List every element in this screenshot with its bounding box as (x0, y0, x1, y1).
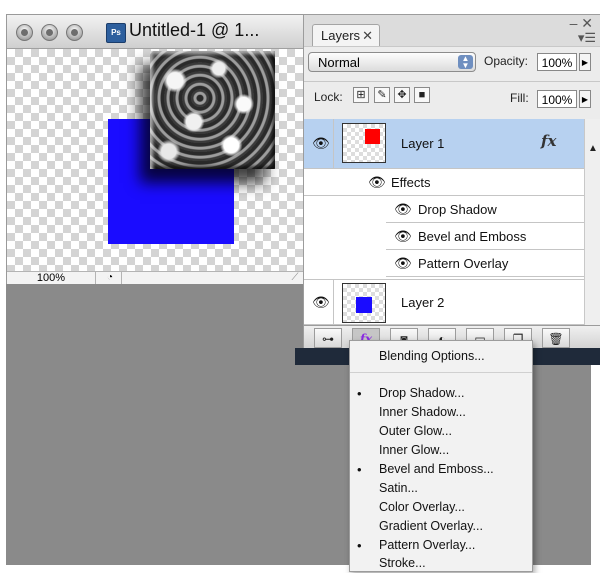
menu-item-label: Inner Shadow... (379, 405, 466, 419)
resize-grip-icon[interactable]: ⟋ (287, 272, 303, 284)
layer-1-thumbnail[interactable] (342, 123, 386, 163)
lock-label: Lock: (314, 90, 343, 104)
lock-transparency-icon[interactable]: ⊞ (353, 87, 369, 103)
red-square-thumb (365, 129, 380, 144)
blue-square-thumb (356, 297, 372, 313)
effects-group-row[interactable]: 👁 Effects (304, 169, 584, 196)
menu-item-satin[interactable]: Satin... (350, 479, 532, 498)
menu-item-label: Inner Glow... (379, 443, 450, 457)
effect-row-drop-shadow[interactable]: 👁 Drop Shadow (386, 196, 584, 223)
lock-image-brush-icon[interactable]: ✎ (374, 87, 390, 103)
menu-item-blending-options[interactable]: Blending Options... (350, 347, 532, 366)
layers-scrollbar[interactable]: ▲ (584, 119, 600, 325)
menu-item-label: Pattern Overlay... (379, 538, 476, 552)
layer-style-menu: Blending Options... • Drop Shadow... Inn… (349, 340, 533, 572)
visibility-cell[interactable]: 👁 (304, 280, 334, 324)
layer-1-textured-square (150, 51, 275, 169)
eye-icon[interactable]: 👁 (312, 295, 330, 309)
effect-row-pattern-overlay[interactable]: 👁 Pattern Overlay (386, 250, 584, 277)
opacity-label: Opacity: (484, 54, 529, 68)
menu-item-inner-glow[interactable]: Inner Glow... (350, 441, 532, 460)
effects-header: Effects (391, 175, 431, 190)
menu-item-label: Outer Glow... (379, 424, 452, 438)
eye-icon[interactable]: 👁 (368, 175, 386, 189)
fx-icon[interactable]: fx (541, 132, 556, 150)
document-title: Untitled-1 @ 1... (129, 20, 260, 40)
eye-icon[interactable]: 👁 (394, 256, 412, 270)
fill-stepper-arrow-icon[interactable]: ▶ (579, 90, 591, 108)
menu-item-drop-shadow[interactable]: • Drop Shadow... (350, 384, 532, 403)
layer-row-layer-2[interactable]: 👁 Layer 2 (304, 279, 584, 325)
menu-item-bevel-emboss[interactable]: • Bevel and Emboss... (350, 460, 532, 479)
checked-bullet-icon: • (357, 462, 362, 477)
menu-item-label: Bevel and Emboss... (379, 462, 494, 476)
menu-item-label: Color Overlay... (379, 500, 465, 514)
checked-bullet-icon: • (357, 538, 362, 553)
status-info-icon[interactable]: ◔ (99, 272, 122, 284)
link-layers-icon[interactable]: ⊶ (314, 328, 342, 348)
fill-field[interactable]: 100% (537, 90, 577, 108)
photoshop-document-icon: Ps (106, 23, 126, 43)
menu-item-label: Satin... (379, 481, 418, 495)
effect-pattern-overlay: Pattern Overlay (418, 256, 509, 271)
close-window-button[interactable] (16, 24, 33, 41)
eye-icon[interactable]: 👁 (394, 202, 412, 216)
checked-bullet-icon: • (357, 386, 362, 401)
layer-1-name[interactable]: Layer 1 (401, 136, 444, 151)
document-status-bar: 100% ◔ ⟋ (7, 271, 303, 284)
menu-item-label: Stroke... (379, 556, 426, 570)
eye-icon[interactable]: 👁 (394, 229, 412, 243)
scroll-up-arrow-icon[interactable]: ▲ (588, 143, 598, 154)
visibility-cell[interactable]: 👁 (304, 119, 334, 168)
close-icon[interactable]: ✕ (362, 25, 373, 47)
blend-opacity-row: Normal ▲ ▼ Opacity: 100% ▶ (304, 46, 600, 81)
document-canvas[interactable] (7, 49, 303, 271)
effect-drop-shadow: Drop Shadow (418, 202, 497, 217)
visibility-cell (304, 169, 334, 195)
zoom-level-field[interactable]: 100% (7, 272, 96, 284)
menu-item-outer-glow[interactable]: Outer Glow... (350, 422, 532, 441)
blend-mode-value: Normal (318, 55, 360, 70)
menu-item-label: Drop Shadow... (379, 386, 465, 400)
layer-row-layer-1[interactable]: 👁 Layer 1 fx (304, 119, 584, 169)
eye-icon[interactable]: 👁 (312, 136, 330, 150)
menu-item-label: Gradient Overlay... (379, 519, 483, 533)
delete-trash-icon[interactable]: 🗑 (542, 328, 570, 348)
tab-layers[interactable]: Layers ✕ (312, 24, 380, 46)
lock-all-padlock-icon[interactable]: ■ (414, 87, 430, 103)
panel-header: Layers ✕ – ✕ ▾☰ (304, 15, 600, 46)
layers-panel: Layers ✕ – ✕ ▾☰ Normal ▲ ▼ Opacity: 100% … (303, 14, 600, 364)
opacity-stepper-arrow-icon[interactable]: ▶ (579, 53, 591, 71)
lock-fill-row: Lock: ⊞ ✎ ✥ ■ Fill: 100% ▶ (304, 81, 600, 120)
effect-bevel-emboss: Bevel and Emboss (418, 229, 527, 244)
panel-menu-icon[interactable]: ▾☰ (578, 30, 596, 46)
menu-item-pattern-overlay[interactable]: • Pattern Overlay... (350, 536, 532, 555)
tab-layers-label: Layers (321, 28, 361, 43)
fill-label: Fill: (510, 91, 529, 105)
effect-row-bevel-emboss[interactable]: 👁 Bevel and Emboss (386, 223, 584, 250)
layer-2-name[interactable]: Layer 2 (401, 295, 444, 310)
menu-item-color-overlay[interactable]: Color Overlay... (350, 498, 532, 517)
layers-list: 👁 Layer 1 fx 👁 Effects 👁 Drop Shadow 👁 B… (304, 119, 584, 325)
menu-separator (350, 372, 532, 373)
document-titlebar[interactable]: Ps Untitled-1 @ 1... (7, 15, 303, 49)
menu-item-label: Blending Options... (379, 349, 485, 363)
document-window: Ps Untitled-1 @ 1... 100% ◔ ⟋ (6, 14, 304, 284)
select-arrows-icon: ▲ ▼ (458, 55, 473, 70)
layer-2-thumbnail[interactable] (342, 283, 386, 323)
menu-item-stroke[interactable]: Stroke... (350, 554, 532, 573)
opacity-field[interactable]: 100% (537, 53, 577, 71)
zoom-window-button[interactable] (66, 24, 83, 41)
menu-item-gradient-overlay[interactable]: Gradient Overlay... (350, 517, 532, 536)
blend-mode-select[interactable]: Normal ▲ ▼ (308, 52, 476, 72)
lock-position-move-icon[interactable]: ✥ (394, 87, 410, 103)
minimize-window-button[interactable] (41, 24, 58, 41)
menu-item-inner-shadow[interactable]: Inner Shadow... (350, 403, 532, 422)
